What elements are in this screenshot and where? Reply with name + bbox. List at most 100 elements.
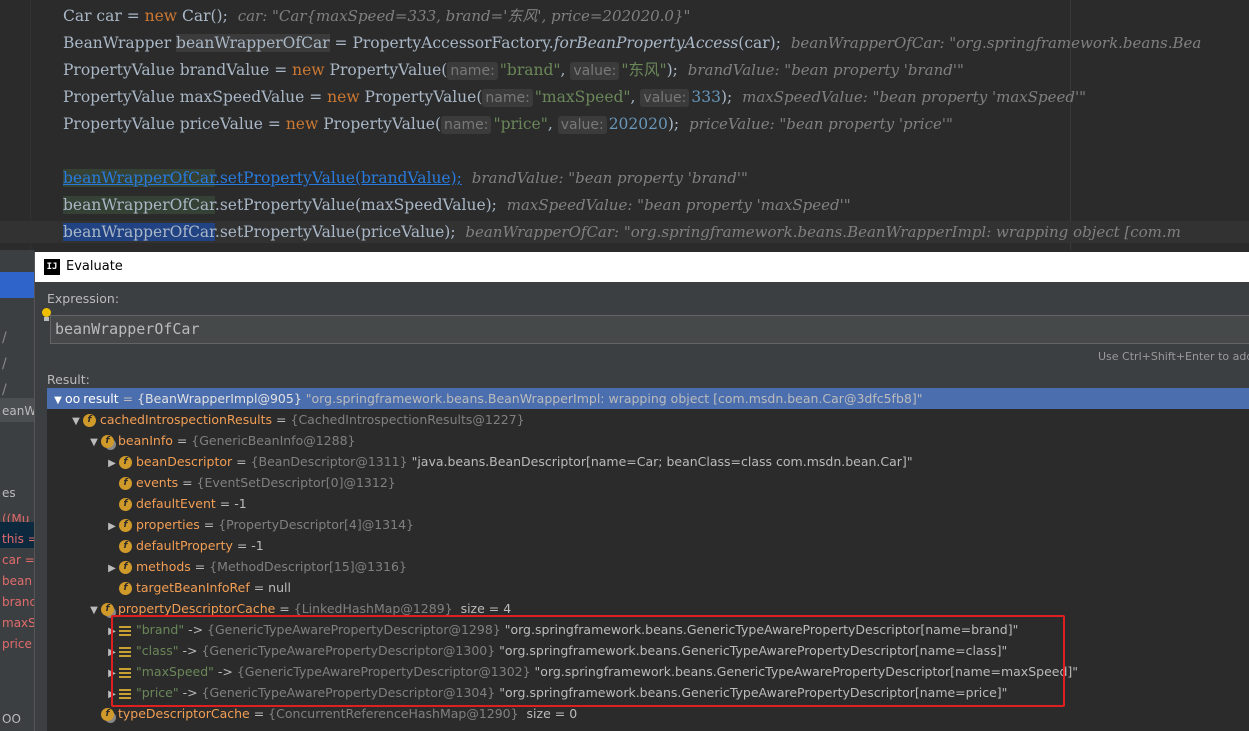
object-value: "java.beans.BeanDescriptor[name=Car; bea…	[407, 454, 913, 469]
inline-debug-value: priceValue: "bean property 'price'"	[689, 115, 953, 133]
tree-node[interactable]: f targetBeanInfoRef = null	[47, 577, 1249, 598]
expand-arrow-icon[interactable]: ▶	[105, 516, 119, 537]
variable-item[interactable]: price	[2, 637, 32, 651]
field-icon: f	[101, 435, 114, 448]
code-line-4[interactable]: PropertyValue maxSpeedValue = new Proper…	[63, 86, 1086, 108]
tree-node[interactable]: ▶ f beanDescriptor = {BeanDescriptor@1311}…	[47, 451, 1249, 472]
method-call-link[interactable]: .setPropertyValue(brandValue);	[215, 169, 462, 187]
object-id: {GenericBeanInfo@1288}	[191, 433, 356, 448]
tree-node[interactable]: ▼ f propertyDescriptorCache = {LinkedHashM…	[47, 598, 1249, 619]
code-line-1[interactable]: Car car = new Car(); car: "Car{maxSpeed=…	[63, 5, 690, 27]
inline-debug-value: maxSpeedValue: "bean property 'maxSpeed'…	[742, 88, 1087, 106]
variable-item[interactable]: maxS	[2, 616, 34, 630]
inline-debug-value: maxSpeedValue: "bean property 'maxSpeed'…	[506, 196, 851, 214]
field-name: beanDescriptor	[136, 454, 233, 469]
object-id: {LinkedHashMap@1289}	[293, 601, 453, 616]
expand-arrow-icon[interactable]: ▶	[105, 663, 119, 684]
object-id: {GenericTypeAwarePropertyDescriptor@1302…	[236, 664, 531, 679]
string-literal: "maxSpeed"	[534, 88, 631, 106]
field-name: propertyDescriptorCache	[118, 601, 276, 616]
field-name: events	[136, 475, 179, 490]
code-text: PropertyValue brandValue =	[63, 61, 293, 79]
code-line-5[interactable]: PropertyValue priceValue = new PropertyV…	[63, 113, 953, 135]
code-line-3[interactable]: PropertyValue brandValue = new PropertyV…	[63, 59, 964, 81]
field-name: result	[83, 391, 119, 406]
dialog-titlebar[interactable]: IJ Evaluate	[35, 252, 1249, 282]
code-line-8-current[interactable]: beanWrapperOfCar.setPropertyValue(priceV…	[0, 221, 1249, 243]
result-tree[interactable]: ▼ oo result = {BeanWrapperImpl@905} "org.s…	[47, 388, 1249, 731]
expand-arrow-icon[interactable]: ▶	[105, 453, 119, 474]
frame-item[interactable]: eanW	[2, 404, 34, 418]
static-method-call: forBeanPropertyAccess	[553, 34, 739, 52]
map-entry-icon	[119, 625, 131, 636]
code-text: PropertyValue maxSpeedValue =	[63, 88, 328, 106]
tree-node[interactable]: f defaultEvent = -1	[47, 493, 1249, 514]
expand-arrow-icon[interactable]: ▶	[105, 684, 119, 705]
map-entry-row[interactable]: ▶ "brand" -> {GenericTypeAwarePropertyDes…	[47, 619, 1249, 640]
separator: =	[118, 391, 138, 406]
expand-arrow-icon[interactable]: ▶	[105, 558, 119, 579]
param-hint: value:	[570, 62, 620, 80]
object-id: {EventSetDescriptor[0]@1312}	[196, 475, 396, 490]
field-icon: f	[119, 561, 132, 574]
object-value: "org.springframework.beans.GenericTypeAw…	[530, 664, 1079, 679]
map-key: "maxSpeed"	[136, 664, 214, 679]
object-value: null	[268, 580, 291, 595]
code-text: ,	[547, 115, 558, 133]
tree-node[interactable]: ▶ f properties = {PropertyDescriptor[4]@13…	[47, 514, 1249, 535]
map-entry-row[interactable]: ▶ "price" -> {GenericTypeAwarePropertyDes…	[47, 682, 1249, 703]
code-text: PropertyValue(	[318, 115, 442, 133]
expand-arrow-icon[interactable]: ▶	[105, 621, 119, 642]
code-text: PropertyValue(	[324, 61, 448, 79]
map-entry-row[interactable]: ▶ "maxSpeed" -> {GenericTypeAwareProperty…	[47, 661, 1249, 682]
frame-separator: /	[2, 356, 7, 372]
tree-node[interactable]: f defaultProperty = -1	[47, 535, 1249, 556]
todo-tab[interactable]: OO	[2, 712, 21, 726]
variable-beanWrapperOfCar[interactable]: beanWrapperOfCar	[63, 169, 215, 187]
tree-node[interactable]: f typeDescriptorCache = {ConcurrentRefere…	[47, 703, 1249, 724]
collapse-arrow-icon[interactable]: ▼	[87, 600, 101, 621]
code-line-2[interactable]: BeanWrapper beanWrapperOfCar = PropertyA…	[63, 32, 1201, 54]
inline-debug-value: brandValue: "bean property 'brand'"	[471, 169, 748, 187]
field-icon: f	[83, 414, 96, 427]
map-key: "brand"	[136, 622, 185, 637]
object-id: {GenericTypeAwarePropertyDescriptor@1298…	[207, 622, 501, 637]
separator: =	[190, 559, 210, 574]
field-name: cachedIntrospectionResults	[100, 412, 273, 427]
map-entry-icon	[119, 667, 131, 678]
tree-node[interactable]: ▶ f methods = {MethodDescriptor[15]@1316}	[47, 556, 1249, 577]
code-editor[interactable]: Car car = new Car(); car: "Car{maxSpeed=…	[0, 0, 1249, 250]
variable-item[interactable]: car =	[2, 553, 34, 567]
collapse-arrow-icon[interactable]: ▼	[69, 411, 83, 432]
code-line-7[interactable]: beanWrapperOfCar.setPropertyValue(maxSpe…	[63, 194, 851, 216]
tree-node[interactable]: ▼ f beanInfo = {GenericBeanInfo@1288}	[47, 430, 1249, 451]
map-key: "class"	[136, 643, 179, 658]
expand-arrow-icon[interactable]: ▶	[105, 642, 119, 663]
variable-item[interactable]: bean	[2, 574, 32, 588]
variables-tab-label[interactable]: es	[2, 486, 16, 500]
variable-beanWrapperOfCar: beanWrapperOfCar	[176, 34, 330, 52]
variable-item[interactable]: branc	[2, 595, 34, 609]
tree-node[interactable]: f events = {EventSetDescriptor[0]@1312}	[47, 472, 1249, 493]
separator: =	[172, 433, 192, 448]
field-name: properties	[136, 517, 200, 532]
separator: =	[215, 496, 235, 511]
code-text: Car car =	[63, 7, 145, 25]
param-hint: name:	[447, 62, 498, 80]
expression-input[interactable]	[50, 315, 1249, 344]
code-text: BeanWrapper	[63, 34, 177, 52]
tree-node[interactable]: ▼ oo result = {BeanWrapperImpl@905} "org.s…	[47, 388, 1249, 409]
map-entry-row[interactable]: ▶ "class" -> {GenericTypeAwarePropertyDes…	[47, 640, 1249, 661]
frame-selection[interactable]	[0, 272, 34, 298]
tree-node[interactable]: ▼ f cachedIntrospectionResults = {CachedIn…	[47, 409, 1249, 430]
code-text: );	[720, 88, 733, 106]
param-hint: name:	[441, 116, 492, 134]
variable-item[interactable]: this =	[2, 532, 34, 546]
object-value: "org.springframework.beans.GenericTypeAw…	[495, 643, 1008, 658]
code-line-6[interactable]: beanWrapperOfCar.setPropertyValue(brandV…	[63, 167, 748, 189]
collapse-arrow-icon[interactable]: ▼	[51, 390, 65, 411]
evaluate-dialog[interactable]: IJ Evaluate Expression: Use Ctrl+Shift+E…	[34, 252, 1249, 731]
object-id: {ConcurrentReferenceHashMap@1290}	[268, 706, 519, 721]
object-value: -1	[234, 496, 247, 511]
collapse-arrow-icon[interactable]: ▼	[87, 432, 101, 453]
